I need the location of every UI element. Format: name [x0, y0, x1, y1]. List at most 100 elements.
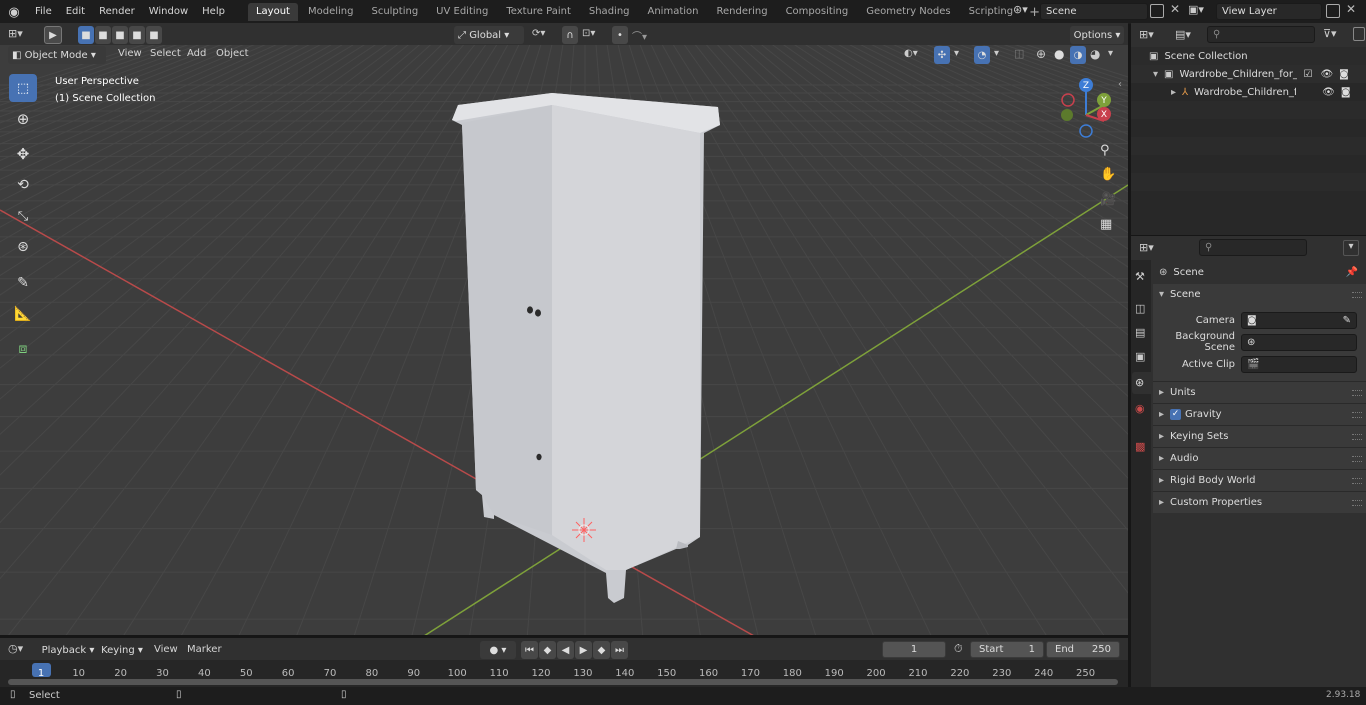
drag-grip-icon[interactable]	[1352, 433, 1362, 440]
wireframe-shading-icon[interactable]: ⊕	[1036, 47, 1046, 61]
world-tab-icon[interactable]: ◉	[1135, 402, 1145, 415]
new-collection-icon[interactable]	[1353, 27, 1365, 41]
expand-arrow-icon[interactable]: ▾	[1153, 69, 1158, 80]
outliner-scene-collection[interactable]: ▣ Scene Collection	[1131, 47, 1366, 65]
add-cube-tool-icon[interactable]: ⧈	[9, 335, 37, 363]
viewport-menu-object[interactable]: Object	[209, 45, 256, 64]
new-view-layer-icon[interactable]	[1326, 4, 1340, 18]
select-invert-icon[interactable]: ■	[129, 26, 145, 44]
tab-compositing[interactable]: Compositing	[778, 3, 857, 21]
timeline-marker-menu[interactable]: Marker	[180, 640, 229, 660]
rotate-tool-icon[interactable]: ⟲	[9, 171, 37, 199]
background-scene-field[interactable]: ⊛	[1241, 333, 1357, 351]
options-dropdown[interactable]: Options ▾	[1070, 26, 1124, 44]
expand-arrow-icon[interactable]: ▸	[1171, 87, 1176, 98]
tab-layout[interactable]: Layout	[247, 3, 298, 21]
outliner-editor-icon[interactable]: ⊞▾	[1139, 28, 1154, 41]
outliner-item-wardrobe-object[interactable]: ▸ ⅄ Wardrobe_Children_for_F 👁 ◙	[1131, 83, 1366, 101]
jump-start-icon[interactable]: ⏮	[521, 641, 538, 659]
properties-options-icon[interactable]: ▾	[1343, 240, 1359, 256]
material-shading-icon[interactable]: ◑	[1070, 46, 1086, 64]
scene-name-field[interactable]: Scene	[1040, 3, 1148, 20]
scene-tab-icon[interactable]: ⊛	[1132, 372, 1151, 394]
transform-tool-icon[interactable]: ⊛	[9, 233, 37, 261]
panel-gravity[interactable]: ▸ ✓ Gravity	[1153, 404, 1366, 425]
keying-menu[interactable]: Keying ▾	[98, 641, 146, 659]
select-extend-icon[interactable]: ■	[95, 26, 111, 44]
measure-tool-icon[interactable]: 📐	[9, 300, 37, 328]
panel-keying-sets[interactable]: ▸ Keying Sets	[1153, 426, 1366, 447]
current-frame-field[interactable]: 1	[882, 641, 946, 658]
drag-grip-icon[interactable]	[1352, 455, 1362, 462]
filter-icon[interactable]: ⊽▾	[1323, 27, 1337, 40]
sidebar-toggle-icon[interactable]: ‹	[1118, 79, 1122, 90]
play-icon[interactable]: ▶	[575, 641, 592, 659]
render-camera-icon[interactable]: ◙	[1339, 69, 1349, 80]
drag-grip-icon[interactable]	[1352, 411, 1362, 418]
navigation-gizmo[interactable]: Z Y X	[1061, 78, 1111, 138]
tab-rendering[interactable]: Rendering	[708, 3, 775, 21]
eye-icon[interactable]: 👁	[1320, 69, 1333, 80]
panel-custom-properties[interactable]: ▸ Custom Properties	[1153, 492, 1366, 513]
drag-grip-icon[interactable]	[1352, 389, 1362, 396]
pin-icon[interactable]: 📌	[1346, 267, 1358, 278]
render-tab-icon[interactable]: ◫	[1135, 302, 1145, 315]
render-camera-icon[interactable]: ◙	[1341, 87, 1351, 98]
jump-end-icon[interactable]: ⏭	[611, 641, 628, 659]
menu-window[interactable]: Window	[142, 2, 195, 22]
timeline-scrollbar[interactable]	[8, 679, 1118, 685]
menu-edit[interactable]: Edit	[59, 2, 92, 22]
zoom-icon[interactable]: ⚲	[1100, 143, 1110, 158]
properties-search-input[interactable]: ⚲	[1199, 239, 1307, 256]
properties-editor-icon[interactable]: ⊞▾	[1139, 241, 1154, 254]
panel-rigid-body-world[interactable]: ▸ Rigid Body World	[1153, 470, 1366, 491]
eyedropper-icon[interactable]: ✎	[1343, 313, 1351, 328]
select-new-icon[interactable]: ■	[78, 26, 94, 44]
proportional-falloff-icon[interactable]: ⌒▾	[632, 28, 647, 43]
playback-menu[interactable]: Playback ▾	[40, 641, 96, 659]
shading-dropdown-icon[interactable]: ▾	[1108, 48, 1113, 59]
overlay-dropdown-icon[interactable]: ▾	[994, 48, 999, 59]
tab-geometry-nodes[interactable]: Geometry Nodes	[858, 3, 958, 21]
tab-shading[interactable]: Shading	[581, 3, 638, 21]
xray-icon[interactable]: ◫	[1014, 47, 1024, 60]
tab-modeling[interactable]: Modeling	[300, 3, 362, 21]
tab-scripting[interactable]: Scripting	[961, 3, 1021, 21]
gizmo-toggle-icon[interactable]: ✣	[934, 46, 950, 64]
gizmo-dropdown-icon[interactable]: ▾	[954, 48, 959, 59]
scene-selector-icon[interactable]: ⊛▾	[1013, 3, 1037, 21]
drag-grip-icon[interactable]	[1352, 499, 1362, 506]
view-layer-tab-icon[interactable]: ▣	[1135, 350, 1145, 363]
drag-grip-icon[interactable]	[1352, 477, 1362, 484]
texture-tab-icon[interactable]: ▩	[1135, 440, 1145, 453]
close-scene-icon[interactable]: ✕	[1170, 2, 1180, 16]
eye-icon[interactable]: 👁	[1322, 87, 1335, 98]
camera-field[interactable]: ◙ ✎	[1241, 311, 1357, 329]
tool-tab-icon[interactable]: ⚒	[1135, 270, 1145, 283]
annotate-tool-icon[interactable]: ✎	[9, 269, 37, 297]
pivot-point-icon[interactable]: ⟳▾	[532, 28, 545, 39]
select-tool-icon[interactable]: ▶	[44, 26, 62, 44]
end-frame-field[interactable]: End 250	[1046, 641, 1120, 658]
3d-viewport[interactable]: Z Y X ◧ Object Mode ▾ View Select Add Ob…	[0, 45, 1128, 635]
output-tab-icon[interactable]: ▤	[1135, 326, 1145, 339]
panel-audio[interactable]: ▸ Audio	[1153, 448, 1366, 469]
editor-type-icon[interactable]: ⊞▾	[8, 27, 23, 40]
outliner-item-wardrobe-collection[interactable]: ▾ ▣ Wardrobe_Children_for_Room ☑ 👁 ◙	[1131, 65, 1366, 83]
start-frame-field[interactable]: Start 1	[970, 641, 1044, 658]
select-intersect-icon[interactable]: ■	[146, 26, 162, 44]
select-box-tool-icon[interactable]: ⬚	[9, 74, 37, 102]
scene-panel-header[interactable]: ▾ Scene	[1153, 284, 1366, 305]
jump-keyframe-forward-icon[interactable]: ◆	[593, 641, 610, 659]
wardrobe-model[interactable]	[452, 93, 720, 603]
outliner-search-input[interactable]: ⚲	[1207, 26, 1315, 43]
active-clip-field[interactable]: 🎬	[1241, 355, 1357, 373]
play-reverse-icon[interactable]: ◀	[557, 641, 574, 659]
close-view-layer-icon[interactable]: ✕	[1346, 2, 1356, 16]
snap-target-icon[interactable]: ⊡▾	[582, 28, 595, 39]
transform-orientation-dropdown[interactable]: ⤢ Global ▾	[454, 26, 524, 44]
solid-shading-icon[interactable]: ●	[1054, 47, 1064, 61]
tab-texture-paint[interactable]: Texture Paint	[498, 3, 579, 21]
new-scene-icon[interactable]	[1150, 4, 1164, 18]
visibility-icon[interactable]: ◐▾	[904, 48, 918, 59]
